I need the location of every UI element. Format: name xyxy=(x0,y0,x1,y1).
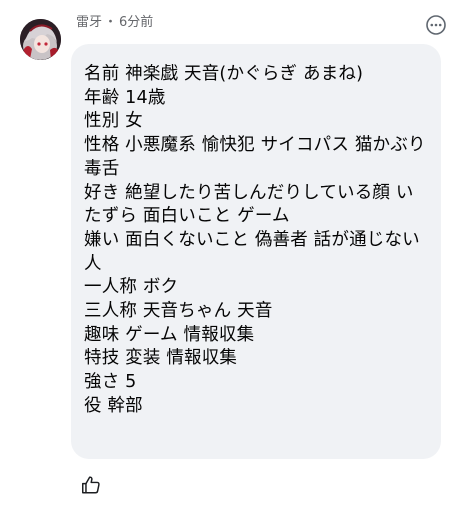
thumbs-up-icon xyxy=(82,476,100,494)
comment-meta: 雷牙・ 6分前 xyxy=(76,14,153,32)
comment-line: 三人称 天音ちゃん 天音 xyxy=(84,301,273,322)
comment-line: 年齢 14歳 xyxy=(84,87,166,108)
timestamp: 6分前 xyxy=(119,15,154,30)
comment-line: 特技 変装 情報収集 xyxy=(84,348,238,369)
comment-line: 人 xyxy=(84,253,102,274)
comment-panel: 雷牙・ 6分前 名前 神楽戯 天音(かぐらぎ あまね) 年齢 14歳 性別 女 性… xyxy=(0,0,459,512)
comment-line: 性格 小悪魔系 愉快犯 サイコパス 猫かぶり xyxy=(84,135,426,156)
more-options-icon xyxy=(426,15,446,35)
comment-line: 一人称 ボク xyxy=(84,277,179,298)
comment-line: 強さ 5 xyxy=(84,372,137,393)
comment-line: たずら 面白いこと ゲーム xyxy=(84,206,290,227)
comment-line: 嫌い 面白くないこと 偽善者 話が通じない xyxy=(84,229,420,250)
comment-line: 名前 神楽戯 天音(かぐらぎ あまね) xyxy=(84,64,364,84)
comment-line: 毒舌 xyxy=(84,158,120,179)
comment-line: 性別 女 xyxy=(84,111,143,132)
comment-line: 役 幹部 xyxy=(84,395,143,416)
like-button[interactable] xyxy=(80,474,102,496)
more-options-button[interactable] xyxy=(423,12,449,38)
avatar[interactable] xyxy=(20,19,61,60)
meta-separator: ・ xyxy=(104,15,118,30)
comment-line: 好き 絶望したり苦しんだりしている顔 い xyxy=(84,182,414,203)
comment-bubble: 名前 神楽戯 天音(かぐらぎ あまね) 年齢 14歳 性別 女 性格 小悪魔系 … xyxy=(71,44,441,459)
comment-line: 趣味 ゲーム 情報収集 xyxy=(84,324,255,345)
avatar-image xyxy=(20,19,61,60)
author-name[interactable]: 雷牙 xyxy=(76,15,102,30)
